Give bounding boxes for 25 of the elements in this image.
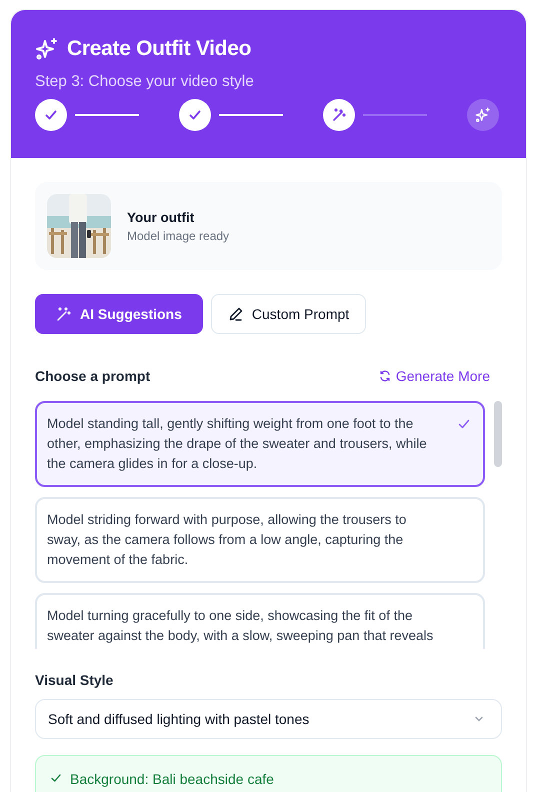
page-title: Create Outfit Video [67, 37, 252, 61]
check-icon [44, 108, 58, 122]
sparkles-icon [475, 107, 491, 123]
prompt-option[interactable]: Model striding forward with purpose, allowing the trousers to sway, as the camera follows from a low angle, capturing the movement of the fabric. [35, 497, 485, 583]
section-heading: Visual Style [35, 672, 114, 688]
check-icon [188, 108, 202, 122]
custom-prompt-tab[interactable]: Custom Prompt [210, 294, 366, 334]
check-icon [50, 772, 62, 784]
scrollbar-thumb[interactable] [494, 401, 502, 467]
section-heading: Choose a prompt [35, 368, 150, 384]
magic-wand-icon [331, 107, 347, 123]
prompt-option[interactable]: Model standing tall, gently shifting weight from one foot to the other, emphasizing the drape of the sweater and trousers, while the camera glides in for a close-up. [35, 401, 485, 487]
check-icon [457, 417, 471, 431]
prompt-option[interactable]: Model turning gracefully to one side, showcasing the fit of the sweater against the body, with a slow, sweeping pan that reveals [35, 593, 485, 649]
refresh-icon [378, 370, 391, 382]
sparkles-icon [35, 37, 59, 61]
ai-suggestions-tab[interactable]: AI Suggestions [35, 294, 203, 334]
outfit-title: Your outfit [127, 210, 196, 224]
magic-wand-icon [56, 306, 72, 322]
generate-more-link[interactable]: Generate More [378, 368, 490, 384]
visual-style-dropdown[interactable]: Soft and diffused lighting with pastel tones [35, 699, 502, 739]
pen-icon [228, 306, 244, 322]
step-subtitle: Step 3: Choose your video style [35, 73, 255, 91]
outfit-status: Model image ready [127, 228, 230, 242]
notice-text: Background: Bali beachside cafe [70, 771, 274, 787]
